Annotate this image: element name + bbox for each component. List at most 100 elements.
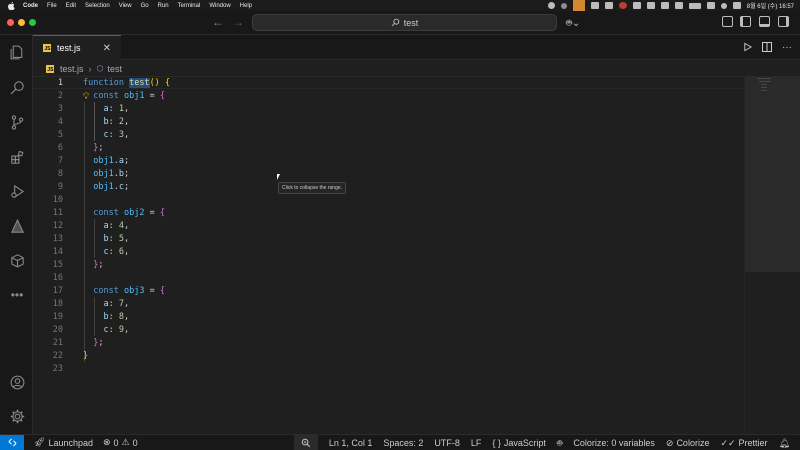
zoom-icon[interactable] [293,435,318,450]
toggle-primary-sidebar-icon[interactable] [740,16,751,27]
apple-icon[interactable] [7,1,15,10]
menu-edit[interactable]: Edit [66,3,76,9]
cloud-icon[interactable] [646,2,655,9]
code-line: 16 [33,271,743,284]
minimize-window-button[interactable] [18,19,25,26]
bars-icon[interactable] [590,2,599,9]
back-arrow-icon[interactable]: ← [212,15,224,29]
error-icon: ⊗ [102,437,111,447]
menu-file[interactable]: File [47,3,57,9]
code-line: 5 c: 3, [33,128,743,141]
zoom-window-button[interactable] [29,19,36,26]
settings-gear-icon[interactable] [8,407,26,425]
copilot-icon[interactable]: 🤖︎⌄ [566,16,580,30]
forward-arrow-icon[interactable]: → [232,15,244,29]
account-icon[interactable] [8,373,26,391]
search-icon[interactable] [8,78,26,96]
toggle-panel-icon[interactable] [759,16,770,27]
line-number: 15 [52,259,63,270]
menu-go[interactable]: Go [141,3,149,9]
more-icon[interactable]: ••• [8,286,26,304]
tab-label: test.js [57,43,81,53]
remote-icon[interactable] [0,434,24,450]
line-number: 9 [57,181,63,192]
n-icon[interactable] [604,2,613,9]
menu-selection[interactable]: Selection [85,3,110,9]
code-line: 11 const obj2 = { [33,206,743,219]
line-number: 8 [57,168,63,179]
circle-icon[interactable] [560,2,567,9]
language-label: JavaScript [503,438,546,448]
menu-code[interactable]: Code [23,3,38,9]
close-icon[interactable]: ✕ [103,43,111,54]
code-line: 13 b: 5, [33,232,743,245]
activity-bar: ••• [0,35,33,434]
code-line: 14 c: 6, [33,245,743,258]
error-count: 0 [113,437,119,448]
copilot-status-icon[interactable]: 🤖︎ [557,437,562,450]
code-editor[interactable]: 1 function test() { 💡︎ 2 const obj1 = { … [33,76,800,434]
encoding[interactable]: UTF-8 [434,438,460,448]
database-icon[interactable] [8,251,26,269]
azure-icon[interactable] [8,217,26,235]
split-editor-icon[interactable] [762,42,772,55]
problems-item[interactable]: ⊗ 0 ⚠ 0 [103,437,138,448]
run-icon[interactable] [743,42,753,55]
folding-tooltip: Click to collapse the range. [278,182,347,194]
notifications-bell-icon[interactable]: 🔔︎ [779,438,790,449]
minimap[interactable] [744,76,800,434]
control-center-icon[interactable] [732,2,741,9]
line-number: 14 [52,246,63,257]
app-tray-icon[interactable] [572,0,585,11]
run-debug-icon[interactable] [8,182,26,200]
clock[interactable]: 8월 6일 (수) 16:57 [747,1,794,10]
explorer-icon[interactable] [8,43,26,61]
record-icon[interactable] [547,2,555,9]
chrome-icon[interactable] [618,2,627,9]
menu-view[interactable]: View [119,3,132,9]
a-icon[interactable] [674,2,683,9]
code-line: 7 obj1.a; [33,154,743,167]
menu-terminal[interactable]: Terminal [178,3,201,9]
code-line: 4 b: 2, [33,115,743,128]
menu-help[interactable]: Help [240,3,252,9]
sync-icon[interactable] [632,2,641,9]
code-line: 22 } [33,349,743,362]
rocket-icon: 🚀︎ [34,437,46,447]
launchpad-label: Launchpad [48,437,93,448]
minimap-viewport[interactable] [745,76,800,272]
code-line: 23 [33,362,743,375]
more-actions-icon[interactable]: ··· [782,42,792,55]
toggle-secondary-sidebar-icon[interactable] [778,16,789,27]
line-number: 20 [52,324,63,335]
command-center-search[interactable]: test [252,14,557,31]
line-number: 22 [52,350,63,361]
wifi-icon[interactable] [706,2,715,9]
close-window-button[interactable] [7,19,14,26]
tab-test-js[interactable]: JS test.js ✕ [33,35,121,60]
breadcrumb-file[interactable]: test.js [60,64,84,74]
end-of-line[interactable]: LF [471,438,482,448]
colorize-variables[interactable]: Colorize: 0 variables [573,438,655,448]
menu-window[interactable]: Window [209,3,230,9]
colorize-item[interactable]: ⊘ Colorize [666,438,710,449]
javascript-file-icon: JS [46,64,54,73]
search-icon [391,18,400,27]
search-icon[interactable] [720,2,727,9]
line-number: 7 [57,155,63,166]
breadcrumb-symbol[interactable]: test [108,64,123,74]
prettier-item[interactable]: ✓✓ Prettier [720,438,767,449]
source-control-icon[interactable] [8,113,26,131]
cursor-position[interactable]: Ln 1, Col 1 [329,438,373,448]
code-line: 17 const obj3 = { [33,284,743,297]
keyboard-icon[interactable] [660,2,669,9]
indentation[interactable]: Spaces: 2 [383,438,423,448]
prettier-label: Prettier [738,438,768,448]
language-mode[interactable]: { } JavaScript [492,438,546,448]
menu-run[interactable]: Run [158,3,169,9]
battery-icon[interactable] [688,2,701,9]
launchpad-item[interactable]: 🚀︎ Launchpad [34,437,93,448]
customize-layout-icon[interactable] [722,16,733,27]
line-number: 4 [57,116,63,127]
extensions-icon[interactable] [8,148,26,166]
